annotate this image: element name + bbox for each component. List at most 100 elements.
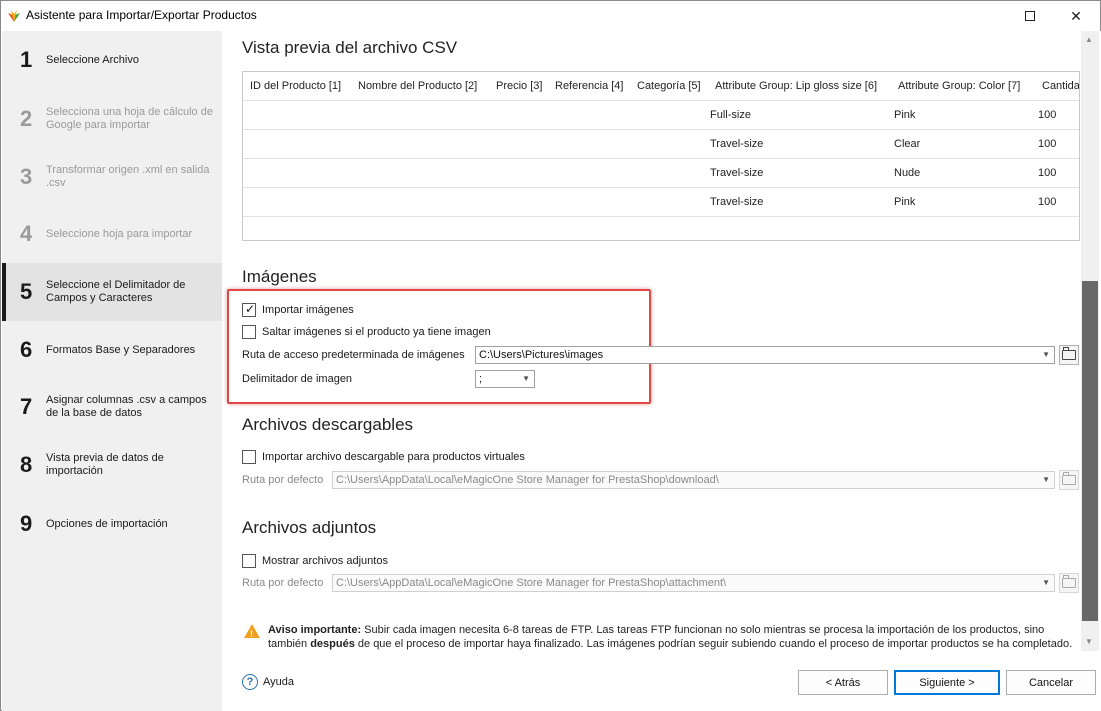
step-5[interactable]: 5 Seleccione el Delimitador de Campos y … bbox=[2, 263, 222, 321]
vertical-scrollbar[interactable]: ▲ ▼ bbox=[1081, 31, 1099, 651]
maximize-icon bbox=[1025, 11, 1035, 21]
cell-quantity: 100 bbox=[1038, 109, 1057, 121]
step-number: 3 bbox=[20, 164, 33, 189]
column-header[interactable]: Referencia [4] bbox=[555, 80, 623, 92]
attachments-path-label: Ruta por defecto bbox=[242, 577, 324, 589]
step-4[interactable]: 4 Seleccione hoja para importar bbox=[2, 215, 222, 253]
import-images-checkbox[interactable]: ✓ bbox=[242, 302, 256, 317]
step-number: 8 bbox=[20, 452, 33, 477]
show-attachments-label: Mostrar archivos adjuntos bbox=[262, 555, 388, 567]
image-path-value: C:\Users\Pictures\images bbox=[479, 349, 604, 361]
browse-attachments-folder-button[interactable] bbox=[1059, 573, 1079, 593]
step-1[interactable]: 1 Seleccione Archivo bbox=[2, 41, 222, 79]
dropdown-arrow-icon[interactable]: ▼ bbox=[1042, 578, 1050, 587]
step-label: Asignar columnas .csv a campos de la bas… bbox=[46, 394, 207, 419]
cell-size: Travel-size bbox=[710, 196, 764, 208]
import-downloads-checkbox[interactable] bbox=[242, 450, 256, 464]
column-header[interactable]: Nombre del Producto [2] bbox=[358, 80, 477, 92]
folder-icon bbox=[1062, 575, 1076, 588]
image-delimiter-value: ; bbox=[479, 373, 483, 385]
cell-color: Pink bbox=[894, 109, 916, 121]
table-row[interactable]: Travel-size Pink 100 bbox=[243, 187, 1079, 216]
scroll-down-icon[interactable]: ▼ bbox=[1085, 637, 1093, 646]
main-panel: Vista previa del archivo CSV ID del Prod… bbox=[222, 31, 1101, 711]
step-label: Seleccione el Delimitador de Campos y Ca… bbox=[46, 279, 186, 304]
step-6[interactable]: 6 Formatos Base y Separadores bbox=[2, 331, 222, 369]
title-bar: Asistente para Importar/Exportar Product… bbox=[1, 1, 1100, 31]
column-header[interactable]: Cantida bbox=[1042, 80, 1079, 92]
column-header[interactable]: Precio [3] bbox=[496, 80, 542, 92]
step-number: 6 bbox=[20, 337, 33, 362]
folder-icon bbox=[1062, 347, 1076, 360]
help-icon[interactable]: ? bbox=[242, 674, 258, 690]
help-link[interactable]: Ayuda bbox=[263, 676, 294, 688]
close-button[interactable]: ✕ bbox=[1053, 1, 1099, 31]
cell-size: Travel-size bbox=[710, 138, 764, 150]
column-header[interactable]: ID del Producto [1] bbox=[250, 80, 341, 92]
step-number: 9 bbox=[20, 511, 33, 536]
window-title: Asistente para Importar/Exportar Product… bbox=[26, 8, 257, 22]
step-label: Formatos Base y Separadores bbox=[46, 343, 196, 356]
csv-preview-title: Vista previa del archivo CSV bbox=[242, 38, 458, 57]
cell-quantity: 100 bbox=[1038, 167, 1057, 179]
cell-quantity: 100 bbox=[1038, 138, 1057, 150]
step-number: 1 bbox=[20, 47, 33, 72]
cell-quantity: 100 bbox=[1038, 196, 1057, 208]
downloads-path-value: C:\Users\AppData\Local\eMagicOne Store M… bbox=[336, 474, 719, 486]
table-row[interactable]: Full-size Pink 100 bbox=[243, 100, 1079, 129]
folder-icon bbox=[1062, 472, 1076, 485]
image-path-combo[interactable]: C:\Users\Pictures\images ▼ bbox=[475, 346, 1055, 364]
cancel-button[interactable]: Cancelar bbox=[1006, 670, 1096, 695]
step-label: Vista previa de datos de importación bbox=[46, 452, 164, 477]
image-path-label: Ruta de acceso predeterminada de imágene… bbox=[242, 349, 465, 361]
wizard-steps-sidebar: 1 Seleccione Archivo 2 Selecciona una ho… bbox=[2, 31, 222, 711]
cell-color: Clear bbox=[894, 138, 921, 150]
notice-text: Aviso importante: Subir cada imagen nece… bbox=[268, 623, 1080, 651]
cell-color: Pink bbox=[894, 196, 916, 208]
table-header: ID del Producto [1] Nombre del Producto … bbox=[243, 72, 1079, 100]
show-attachments-checkbox[interactable] bbox=[242, 554, 256, 568]
browse-downloads-folder-button[interactable] bbox=[1059, 470, 1079, 490]
image-delimiter-select[interactable]: ; ▼ bbox=[475, 370, 535, 388]
step-2[interactable]: 2 Selecciona una hoja de cálculo de Goog… bbox=[2, 99, 222, 139]
column-header[interactable]: Attribute Group: Color [7] bbox=[898, 80, 1020, 92]
step-label: Selecciona una hoja de cálculo de Google… bbox=[46, 106, 213, 131]
close-icon: ✕ bbox=[1070, 7, 1082, 24]
next-button[interactable]: Siguiente > bbox=[894, 670, 1000, 695]
table-row[interactable]: Travel-size Nude 100 bbox=[243, 158, 1079, 187]
table-row[interactable]: Travel-size Clear 100 bbox=[243, 129, 1079, 158]
check-icon: ✓ bbox=[245, 302, 256, 316]
cell-size: Full-size bbox=[710, 109, 751, 121]
scroll-up-icon[interactable]: ▲ bbox=[1085, 35, 1093, 44]
step-label: Seleccione Archivo bbox=[46, 53, 139, 66]
attachments-path-value: C:\Users\AppData\Local\eMagicOne Store M… bbox=[336, 577, 727, 589]
step-number: 4 bbox=[20, 221, 33, 246]
dropdown-arrow-icon[interactable]: ▼ bbox=[1042, 350, 1050, 359]
notice-text-part-2: de que el proceso de importar haya final… bbox=[357, 638, 1073, 650]
step-3[interactable]: 3 Transformar origen .xml en salida .csv bbox=[2, 157, 222, 197]
step-7[interactable]: 7 Asignar columnas .csv a campos de la b… bbox=[2, 387, 222, 427]
skip-images-checkbox[interactable] bbox=[242, 325, 256, 339]
cell-color: Nude bbox=[894, 167, 921, 179]
scrollbar-thumb[interactable] bbox=[1082, 281, 1098, 621]
browse-images-folder-button[interactable] bbox=[1059, 345, 1079, 365]
back-button[interactable]: < Atrás bbox=[798, 670, 888, 695]
image-delimiter-label: Delimitador de imagen bbox=[242, 373, 353, 385]
maximize-button[interactable] bbox=[1007, 1, 1053, 31]
skip-images-label: Saltar imágenes si el producto ya tiene … bbox=[262, 326, 491, 338]
column-header[interactable]: Categoría [5] bbox=[637, 80, 701, 92]
downloads-path-combo[interactable]: C:\Users\AppData\Local\eMagicOne Store M… bbox=[332, 471, 1055, 489]
step-8[interactable]: 8 Vista previa de datos de importación bbox=[2, 445, 222, 485]
dropdown-arrow-icon[interactable]: ▼ bbox=[1042, 475, 1050, 484]
table-row[interactable] bbox=[243, 216, 1079, 240]
column-header[interactable]: Attribute Group: Lip gloss size [6] bbox=[715, 80, 877, 92]
wizard-window: Asistente para Importar/Exportar Product… bbox=[0, 0, 1101, 711]
attachments-path-combo[interactable]: C:\Users\AppData\Local\eMagicOne Store M… bbox=[332, 574, 1055, 592]
csv-preview-table[interactable]: ID del Producto [1] Nombre del Producto … bbox=[242, 71, 1080, 241]
import-images-label: Importar imágenes bbox=[262, 304, 354, 316]
step-label: Transformar origen .xml en salida .csv bbox=[46, 164, 210, 189]
step-number: 2 bbox=[20, 106, 33, 131]
app-logo-icon bbox=[8, 10, 20, 22]
step-9[interactable]: 9 Opciones de importación bbox=[2, 505, 222, 543]
dropdown-arrow-icon[interactable]: ▼ bbox=[522, 374, 530, 383]
